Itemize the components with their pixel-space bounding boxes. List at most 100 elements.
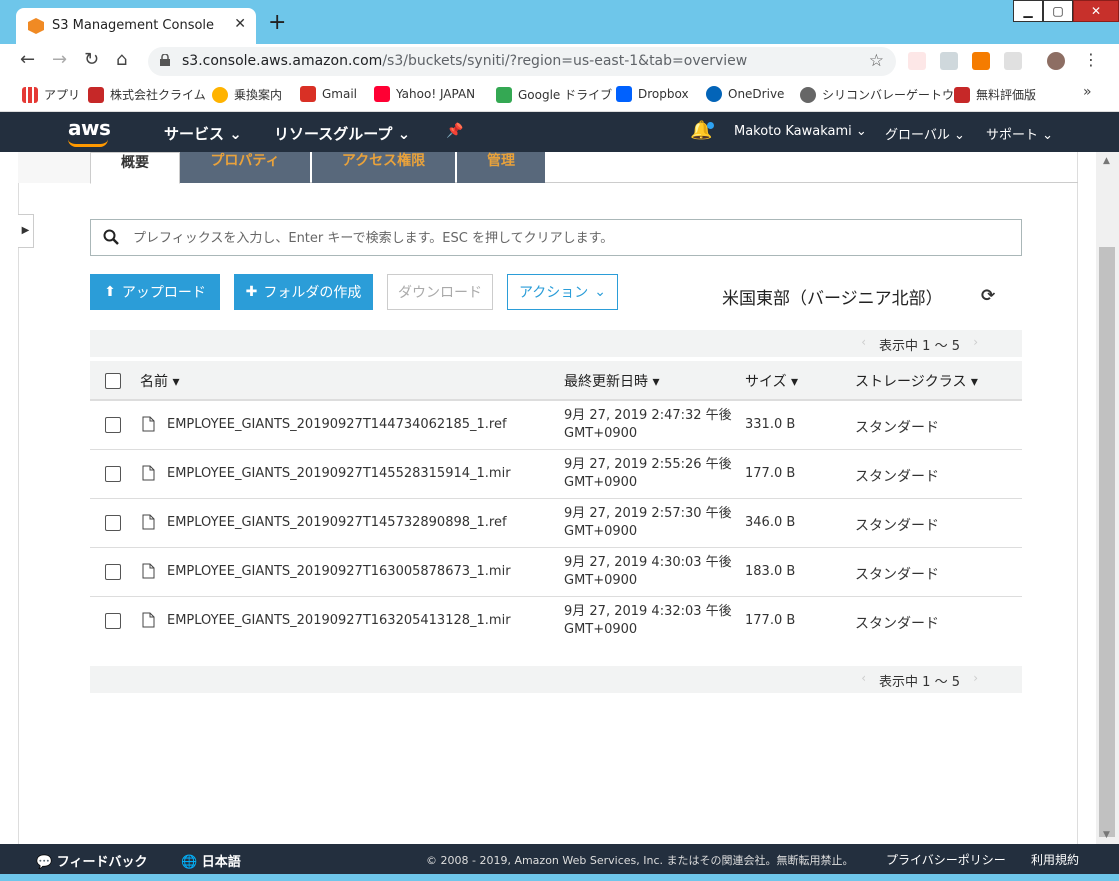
file-size: 177.0 B [745,613,796,628]
bookmark-item[interactable]: 株式会社クライム [88,86,206,103]
minimize-button[interactable]: ▁ [1013,0,1043,22]
pin-icon[interactable]: 📌 [446,123,463,139]
region-menu[interactable]: グローバル ⌄ [885,124,965,143]
actions-dropdown[interactable]: アクション ⌄ [507,274,618,310]
aws-logo[interactable]: aws [68,116,111,140]
scroll-up-icon[interactable]: ▲ [1103,156,1110,166]
file-icon [142,563,155,579]
profile-avatar[interactable] [1047,52,1065,70]
language-selector[interactable]: 🌐 日本語 [181,851,241,870]
browser-titlebar: S3 Management Console ✕ + ▁ ▢ ✕ [0,0,1119,44]
back-arrow-icon[interactable]: ← [20,50,35,70]
prev-page-icon[interactable]: ‹ [861,671,866,685]
column-size[interactable]: サイズ ▾ [745,371,798,391]
bookmark-item[interactable]: Yahoo! JAPAN [374,86,475,102]
feedback-link[interactable]: 💬 フィードバック [36,851,147,870]
tab-permissions[interactable]: アクセス権限 [312,152,455,183]
table-row[interactable]: EMPLOYEE_GIANTS_20190927T145732890898_1.… [90,499,1022,548]
scroll-down-icon[interactable]: ▼ [1103,830,1110,840]
bookmark-star-icon[interactable]: ☆ [869,51,884,71]
more-bookmarks-icon[interactable]: » [1083,84,1092,100]
column-name[interactable]: 名前 ▾ [140,371,179,391]
browser-tab[interactable]: S3 Management Console ✕ [16,8,256,44]
home-icon[interactable]: ⌂ [116,50,127,70]
bookmark-item[interactable]: OneDrive [706,86,784,102]
tab-management[interactable]: 管理 [457,152,545,183]
file-name-link[interactable]: EMPLOYEE_GIANTS_20190927T145732890898_1.… [167,515,507,530]
upload-button[interactable]: ⬆ アップロード [90,274,220,310]
close-tab-icon[interactable]: ✕ [234,16,246,32]
row-checkbox[interactable] [105,515,121,531]
support-menu[interactable]: サポート ⌄ [986,124,1053,143]
forward-arrow-icon[interactable]: → [52,50,67,70]
file-name-link[interactable]: EMPLOYEE_GIANTS_20190927T145528315914_1.… [167,466,511,481]
file-size: 346.0 B [745,515,796,530]
refresh-icon[interactable]: ⟳ [981,286,995,306]
bookmark-apps[interactable]: アプリ [22,86,80,103]
user-menu[interactable]: Makoto Kawakami ⌄ [734,124,867,139]
climb-logo-icon [954,86,970,103]
onedrive-icon [706,86,722,102]
row-checkbox[interactable] [105,564,121,580]
select-all-checkbox[interactable] [105,373,121,389]
terms-link[interactable]: 利用規約 [1031,851,1079,868]
bookmark-item[interactable]: 乗換案内 [212,86,282,103]
services-menu[interactable]: サービス ⌄ [164,123,242,144]
browser-menu-icon[interactable]: ⋮ [1083,50,1099,69]
file-size: 177.0 B [745,466,796,481]
bookmark-item[interactable]: 無料評価版 [954,86,1036,103]
row-checkbox[interactable] [105,613,121,629]
aws-smile-icon [68,139,108,147]
file-name-link[interactable]: EMPLOYEE_GIANTS_20190927T144734062185_1.… [167,417,507,432]
next-page-icon[interactable]: › [973,671,978,685]
globe-icon: 🌐 [181,855,198,870]
speech-bubble-icon: 💬 [36,855,53,870]
tab-overview[interactable]: 概要 [90,152,180,184]
pager-text: 表示中 1 ～ 5 [879,675,960,690]
bookmark-item[interactable]: Dropbox [616,86,689,102]
file-name-link[interactable]: EMPLOYEE_GIANTS_20190927T163005878673_1.… [167,564,511,579]
prefix-search-input[interactable] [133,228,993,248]
resource-groups-menu[interactable]: リソースグループ ⌄ [274,123,410,144]
close-window-button[interactable]: ✕ [1073,0,1119,22]
maximize-button[interactable]: ▢ [1043,0,1073,22]
region-label: 米国東部（バージニア北部） [722,289,943,309]
bookmark-item[interactable]: Google ドライブ [496,86,612,103]
sidebar-toggle[interactable]: ▶ [18,214,34,248]
last-modified: 9月 27, 2019 2:47:32 午後 GMT+0900 [564,408,732,441]
tabbar-spacer [18,152,90,183]
storage-class: スタンダード [855,567,939,583]
next-page-icon[interactable]: › [973,335,978,349]
bookmark-item[interactable]: Gmail [300,86,357,102]
row-checkbox[interactable] [105,466,121,482]
pager-text: 表示中 1 ～ 5 [879,339,960,354]
vertical-scrollbar[interactable]: ▲ ▼ [1096,152,1119,844]
new-tab-icon[interactable]: + [268,12,286,34]
address-bar[interactable]: s3.console.aws.amazon.com/s3/buckets/syn… [148,47,896,76]
lock-icon [160,54,170,66]
extension-icon[interactable] [908,52,926,70]
table-row[interactable]: EMPLOYEE_GIANTS_20190927T145528315914_1.… [90,450,1022,499]
dropbox-icon [616,86,632,102]
column-last-modified[interactable]: 最終更新日時 ▾ [564,371,659,391]
table-row[interactable]: EMPLOYEE_GIANTS_20190927T163205413128_1.… [90,597,1022,646]
bookmark-item[interactable]: シリコンバレーゲートウ… [800,86,966,103]
privacy-policy-link[interactable]: プライバシーポリシー [886,851,1006,868]
file-name-link[interactable]: EMPLOYEE_GIANTS_20190927T163205413128_1.… [167,613,511,628]
scrollbar-thumb[interactable] [1099,247,1115,837]
prev-page-icon[interactable]: ‹ [861,335,866,349]
s3-favicon-icon [28,18,44,34]
tab-properties[interactable]: プロパティ [180,152,310,183]
row-checkbox[interactable] [105,417,121,433]
camera-icon[interactable] [1004,52,1022,70]
extension-icon[interactable] [940,52,958,70]
download-button[interactable]: ダウンロード [387,274,493,310]
aws-navbar: aws サービス ⌄ リソースグループ ⌄ 📌 🔔 Makoto Kawakam… [0,112,1119,152]
globe-icon [800,86,816,103]
extension-icon[interactable] [972,52,990,70]
table-row[interactable]: EMPLOYEE_GIANTS_20190927T144734062185_1.… [90,401,1022,450]
reload-icon[interactable]: ↻ [84,50,99,70]
column-storage-class[interactable]: ストレージクラス ▾ [855,371,978,391]
create-folder-button[interactable]: ✚ フォルダの作成 [234,274,373,310]
table-row[interactable]: EMPLOYEE_GIANTS_20190927T163005878673_1.… [90,548,1022,597]
